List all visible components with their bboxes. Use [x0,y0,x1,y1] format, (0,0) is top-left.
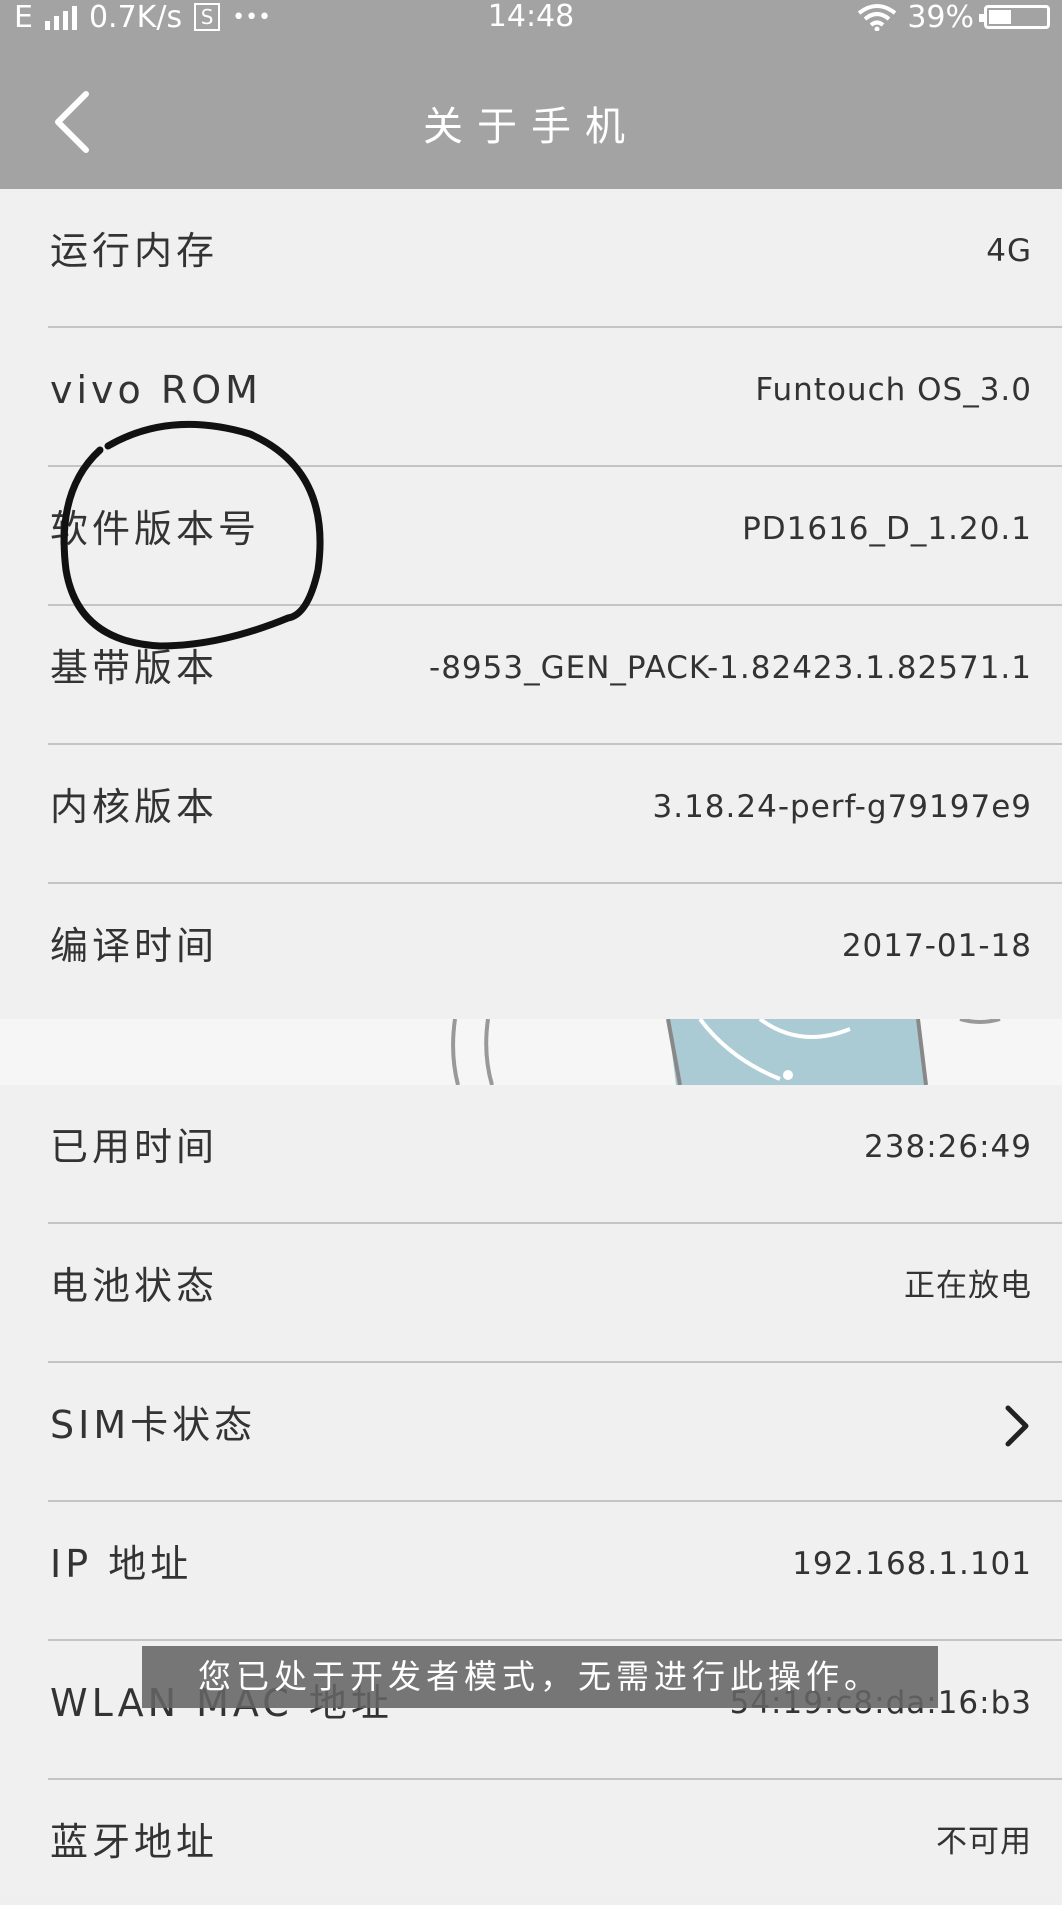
row-kernel-version: 内核版本 3.18.24-perf-g79197e9 [0,745,1062,884]
row-value: Funtouch OS_3.0 [755,372,1032,408]
row-value: 4G [986,233,1032,269]
row-baseband-version: 基带版本 -8953_GEN_PACK-1.82423.1.82571.1 [0,606,1062,745]
row-ram: 运行内存 4G [0,189,1062,328]
row-value: 238:26:49 [864,1129,1032,1165]
row-software-version[interactable]: 软件版本号 PD1616_D_1.20.1 [0,467,1062,606]
row-rom: vivo ROM Funtouch OS_3.0 [0,328,1062,467]
row-ip-address: IP 地址 192.168.1.101 [0,1502,1062,1641]
row-battery-status: 电池状态 正在放电 [0,1224,1062,1363]
row-bluetooth-address: 蓝牙地址 不可用 [0,1780,1062,1900]
row-value: -8953_GEN_PACK-1.82423.1.82571.1 [429,650,1032,686]
row-value: 2017-01-18 [841,928,1032,964]
battery-icon [979,5,1050,29]
row-label: SIM卡状态 [50,1403,257,1447]
decorative-illustration [0,1019,1062,1085]
row-label: 蓝牙地址 [50,1820,219,1864]
row-value: 正在放电 [904,1268,1032,1304]
row-value: 不可用 [936,1824,1032,1860]
row-label: 已用时间 [50,1125,219,1169]
row-label: 电池状态 [50,1264,219,1308]
wifi-icon [858,4,897,31]
row-value: 192.168.1.101 [792,1546,1032,1582]
row-uptime: 已用时间 238:26:49 [0,1085,1062,1224]
battery-percent: 39% [907,0,974,35]
page-title: 关于手机 [423,104,639,150]
device-info-list: 运行内存 4G vivo ROM Funtouch OS_3.0 软件版本号 P… [0,189,1062,1019]
title-bar: 关于手机 [0,34,1062,189]
row-value: PD1616_D_1.20.1 [742,511,1032,547]
row-label: 内核版本 [50,785,219,829]
row-label: 编译时间 [50,924,219,968]
chevron-right-icon [1005,1405,1029,1447]
toast-message: 您已处于开发者模式，无需进行此操作。 [142,1646,938,1708]
row-label: 运行内存 [50,229,219,273]
status-info-list: 已用时间 238:26:49 电池状态 正在放电 SIM卡状态 IP 地址 19… [0,1085,1062,1897]
row-label: 基带版本 [50,646,219,690]
row-label: vivo ROM [50,368,262,412]
status-bar: E 0.7K/s S ••• 14:48 39% [0,0,1062,35]
row-value: 3.18.24-perf-g79197e9 [652,789,1032,825]
row-build-time: 编译时间 2017-01-18 [0,884,1062,1018]
row-label: IP 地址 [50,1542,193,1586]
row-sim-status[interactable]: SIM卡状态 [0,1363,1062,1502]
row-label: 软件版本号 [50,507,261,551]
